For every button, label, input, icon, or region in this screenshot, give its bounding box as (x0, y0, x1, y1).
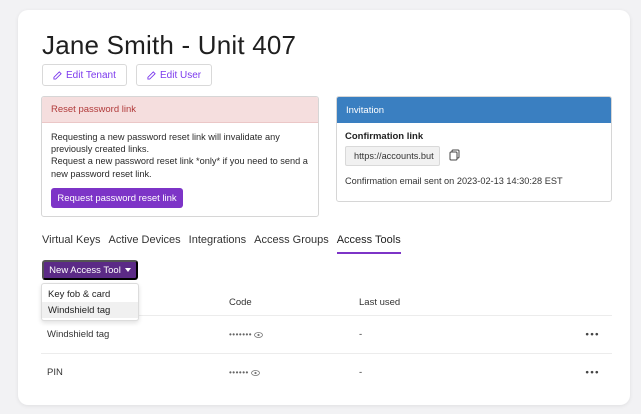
edit-user-button[interactable]: Edit User (136, 64, 213, 86)
tab-bar: Virtual Keys Active Devices Integrations… (42, 234, 409, 254)
tab-access-groups[interactable]: Access Groups (254, 234, 329, 254)
confirmation-link-field[interactable]: https://accounts.but (345, 146, 440, 166)
last-used: - (359, 367, 363, 378)
masked-code: •••••• (229, 368, 359, 377)
edit-icon (147, 70, 156, 80)
reset-panel-heading: Reset password link (42, 97, 318, 123)
header-code: Code (229, 296, 252, 308)
last-used: - (359, 329, 363, 340)
edit-tenant-button[interactable]: Edit Tenant (42, 64, 127, 86)
code-dots: ••••••• (229, 330, 253, 339)
reset-text-line: previously created links. (51, 144, 150, 155)
eye-icon[interactable] (254, 331, 264, 338)
menu-item-windshield-tag[interactable]: Windshield tag (42, 302, 138, 318)
eye-icon[interactable] (250, 369, 260, 376)
copy-icon[interactable] (449, 149, 460, 161)
row-menu-icon[interactable]: ••• (559, 329, 612, 340)
tab-integrations[interactable]: Integrations (189, 234, 246, 254)
new-access-tool-label: New Access Tool (49, 264, 121, 276)
edit-user-label: Edit User (160, 69, 202, 81)
new-access-tool-button[interactable]: New Access Tool (42, 260, 138, 280)
tab-virtual-keys[interactable]: Virtual Keys (42, 234, 101, 254)
reset-text-line: Request a new password reset link *only*… (51, 156, 308, 167)
header-last-used: Last used (359, 296, 401, 308)
confirmation-sent-text: Confirmation email sent on 2023-02-13 14… (345, 176, 563, 186)
tool-name: PIN (47, 367, 63, 378)
tab-active-devices[interactable]: Active Devices (109, 234, 181, 254)
reset-text-line: Requesting a new password reset link wil… (51, 132, 280, 142)
edit-icon (53, 70, 62, 80)
tab-access-tools[interactable]: Access Tools (336, 234, 401, 254)
request-reset-link-button[interactable]: Request password reset link (51, 188, 183, 208)
invitation-heading: Invitation (337, 97, 611, 123)
row-menu-icon[interactable]: ••• (559, 367, 612, 378)
edit-tenant-label: Edit Tenant (66, 69, 116, 81)
caret-down-icon (124, 268, 131, 272)
reset-text-line: new password reset link. (51, 168, 152, 179)
code-dots: •••••• (229, 368, 249, 377)
menu-item-key-fob[interactable]: Key fob & card (42, 286, 138, 302)
page-title: Jane Smith - Unit 407 (42, 30, 297, 60)
tool-name: Windshield tag (47, 329, 110, 340)
reset-panel-body: Requesting a new password reset link wil… (42, 123, 318, 188)
new-access-tool-menu: Key fob & card Windshield tag (41, 283, 139, 321)
confirmation-link-label: Confirmation link (345, 131, 424, 142)
masked-code: ••••••• (229, 330, 359, 339)
table-row: PIN •••••• - ••• (41, 353, 612, 391)
